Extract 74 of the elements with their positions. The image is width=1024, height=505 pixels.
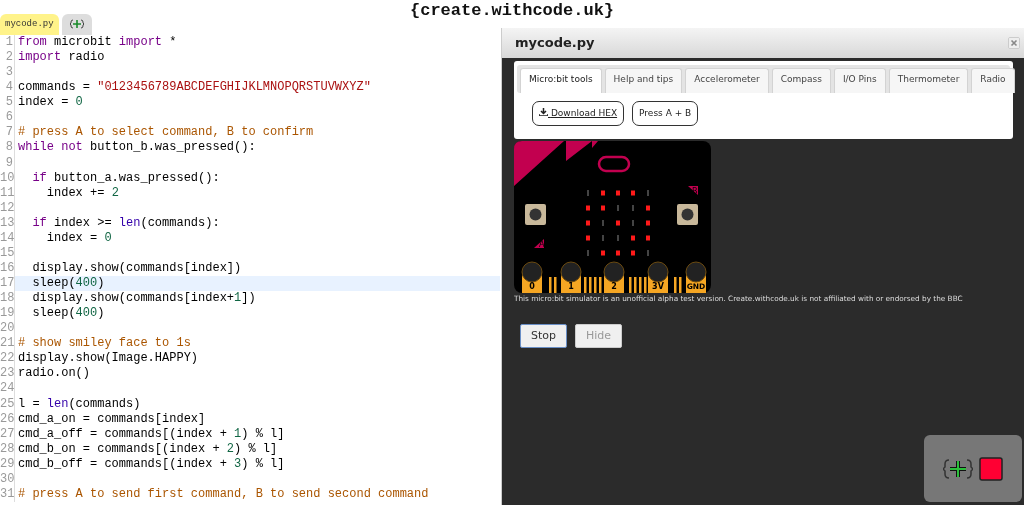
code-line: radio.on() bbox=[17, 366, 90, 382]
download-button[interactable]: Download HEX bbox=[532, 100, 625, 126]
line-number: 13 bbox=[0, 215, 15, 231]
line-number: 24 bbox=[0, 381, 15, 397]
code-line: sleep(400) bbox=[31, 306, 105, 322]
line-number: 15 bbox=[0, 245, 15, 261]
line-number: 7 bbox=[0, 125, 15, 141]
panel-tab[interactable]: Help and tips bbox=[604, 68, 683, 93]
code-line: index = 0 bbox=[45, 230, 112, 246]
file-tab[interactable]: mycode.py bbox=[0, 14, 59, 35]
stop-button[interactable]: Stop bbox=[520, 323, 567, 349]
line-number: 6 bbox=[0, 110, 15, 126]
code-line: # press A to send first command, B to send second command bbox=[17, 486, 429, 502]
code-line: # press A to select command, B to confirm bbox=[17, 125, 314, 141]
button-b[interactable] bbox=[677, 204, 698, 225]
code-plus-icon[interactable] bbox=[943, 456, 973, 481]
code-line: from microbit import * bbox=[17, 35, 177, 51]
code-line: while not button_b.was_pressed(): bbox=[17, 140, 256, 156]
code-line: display.show(commands[index+1]) bbox=[31, 291, 256, 307]
line-number: 5 bbox=[0, 95, 15, 111]
line-number: 26 bbox=[0, 411, 15, 427]
code-line: cmd_a_off = commands[(index + 1) % l] bbox=[17, 426, 285, 442]
line-number: 31 bbox=[0, 486, 15, 502]
line-number: 1 bbox=[0, 35, 15, 51]
close-icon[interactable] bbox=[1008, 37, 1020, 49]
line-number: 30 bbox=[0, 471, 15, 487]
line-number: 20 bbox=[0, 321, 15, 337]
line-number: 19 bbox=[0, 306, 15, 322]
button-a[interactable] bbox=[525, 204, 546, 225]
line-number: 22 bbox=[0, 351, 15, 367]
press-button[interactable]: Press A + B bbox=[632, 100, 699, 126]
code-line: if index >= len(commands): bbox=[31, 215, 220, 231]
line-number: 21 bbox=[0, 336, 15, 352]
code-line: cmd_b_on = commands[(index + 2) % l] bbox=[17, 441, 278, 457]
code-plus-icon bbox=[69, 18, 84, 29]
line-number: 4 bbox=[0, 80, 15, 96]
code-line: index += 2 bbox=[45, 185, 119, 201]
line-number: 27 bbox=[0, 426, 15, 442]
line-number: 12 bbox=[0, 200, 15, 216]
line-number: 9 bbox=[0, 155, 15, 171]
line-number: 29 bbox=[0, 456, 15, 472]
blocks-tab[interactable] bbox=[61, 14, 92, 35]
code-line: cmd_b_off = commands[(index + 3) % l] bbox=[17, 456, 285, 472]
code-line: commands = "0123456789ABCDEFGHIJKLMNOPQRSTUVWXYZ" bbox=[17, 80, 371, 96]
logo-icon bbox=[597, 155, 631, 173]
line-number: 28 bbox=[0, 441, 15, 457]
line-number: 10 bbox=[0, 170, 15, 186]
line-number: 11 bbox=[0, 185, 15, 201]
code-line: display.show(commands[index]) bbox=[31, 260, 242, 276]
site-title: {create.withcode.uk} bbox=[410, 0, 615, 22]
line-number: 3 bbox=[0, 65, 15, 81]
code-line: import radio bbox=[17, 50, 105, 66]
window-title: mycode.py bbox=[515, 34, 595, 53]
line-number: 2 bbox=[0, 50, 15, 66]
code-line: cmd_a_on = commands[index] bbox=[17, 411, 206, 427]
code-line: l = len(commands) bbox=[17, 396, 141, 412]
panel-tab[interactable]: I/O Pins bbox=[833, 68, 886, 93]
line-number: 18 bbox=[0, 291, 15, 307]
panel-tab[interactable]: Compass bbox=[771, 68, 831, 93]
code-line: index = 0 bbox=[17, 95, 83, 111]
line-number: 25 bbox=[0, 396, 15, 412]
button-label: A bbox=[534, 239, 545, 249]
line-number: 8 bbox=[0, 140, 15, 156]
panel-tab[interactable]: Thermometer bbox=[888, 68, 969, 93]
line-number: 14 bbox=[0, 230, 15, 246]
stop-icon[interactable] bbox=[979, 456, 1003, 481]
download-icon bbox=[539, 107, 548, 116]
panel-tab[interactable]: Micro:bit tools bbox=[520, 68, 602, 93]
code-line: # show smiley face to 1s bbox=[17, 336, 191, 352]
panel-tab[interactable]: Accelerometer bbox=[685, 68, 769, 93]
line-number: 23 bbox=[0, 366, 15, 382]
code-line: display.show(Image.HAPPY) bbox=[17, 351, 199, 367]
code-line: if button_a.was_pressed(): bbox=[31, 170, 220, 186]
panel-tab[interactable]: Radio bbox=[971, 68, 1015, 93]
